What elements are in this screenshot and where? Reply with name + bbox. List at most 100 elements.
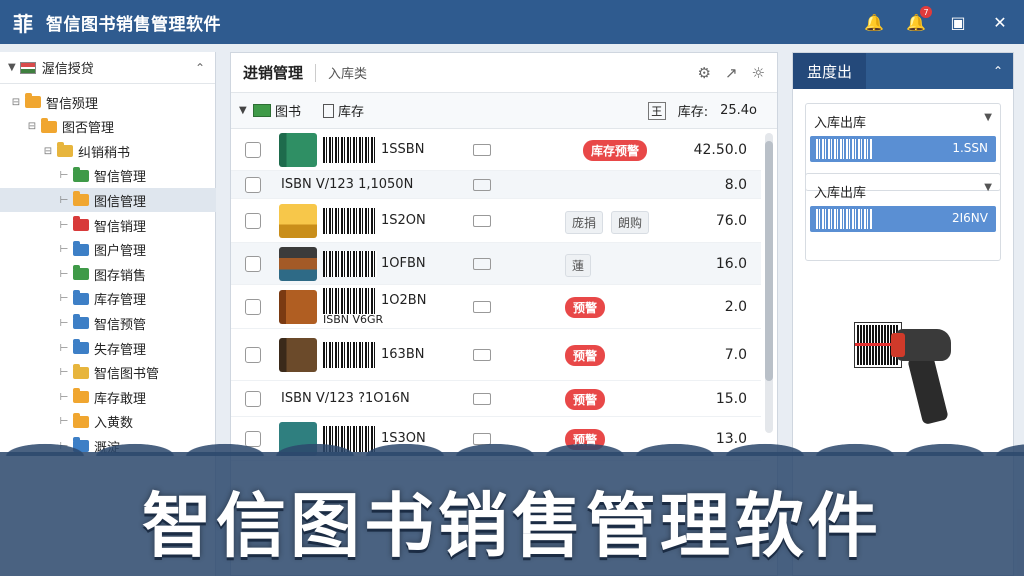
scanner-tip	[891, 333, 905, 357]
tree-item[interactable]: ⊢ 图户管理	[0, 238, 216, 262]
row-checkbox[interactable]	[245, 141, 261, 158]
panel-header: 进销管理 入库类 ⚙ ↗ ☼	[231, 53, 777, 93]
chevron-up-icon[interactable]: ⌃	[993, 64, 1003, 78]
folder-icon	[25, 93, 41, 108]
folder-icon[interactable]	[473, 144, 491, 156]
row-checkbox[interactable]	[245, 346, 261, 363]
tree-twisty-icon[interactable]: ⊟	[42, 146, 54, 157]
export-icon[interactable]: ↗	[725, 64, 738, 82]
tree-item[interactable]: ⊢ 智信图书管	[0, 361, 216, 385]
tree-twisty-icon[interactable]: ⊢	[58, 170, 70, 181]
book-icon	[253, 104, 271, 117]
tree-item[interactable]: ⊢ 智信管理	[0, 164, 216, 188]
gear-icon[interactable]: ⚙	[698, 64, 711, 82]
table-row[interactable]: ISBN V/123 1,1050N 8.0	[231, 171, 761, 199]
folder-icon	[57, 142, 73, 158]
tree-item[interactable]: ⊟ 纠销稍书	[0, 139, 216, 163]
tree-item[interactable]: ⊟ 图否管理	[0, 115, 216, 139]
book-column-header[interactable]: 图书	[275, 101, 301, 120]
row-checkbox[interactable]	[245, 298, 261, 315]
tree-item[interactable]: ⊢ 入黄数	[0, 410, 216, 434]
tree-twisty-icon[interactable]: ⊢	[58, 293, 70, 304]
isbn-subtext: ISBN V6GR	[323, 313, 384, 326]
tree-twisty-icon[interactable]: ⊟	[10, 97, 22, 108]
barcode-scanner-icon	[854, 315, 955, 435]
notifications-icon[interactable]: 🔔 7	[906, 6, 932, 32]
folder-icon[interactable]	[473, 179, 491, 191]
table-row[interactable]: 1OFBN 蓮 16.0	[231, 243, 761, 285]
panel-subtitle[interactable]: 入库类	[328, 63, 367, 82]
barcode-value: 1.SSN	[952, 141, 988, 155]
io-box-2: 入库出库 ▼ 2I6NV	[805, 173, 1001, 261]
table-row[interactable]: 1O2BN ISBN V6GR 预警 2.0	[231, 285, 761, 329]
barcode-input[interactable]: 2I6NV	[810, 206, 996, 232]
book-cover-icon	[279, 290, 317, 324]
barcode-input[interactable]: 1.SSN	[810, 136, 996, 162]
tree-twisty-icon[interactable]: ⊢	[58, 269, 70, 280]
io-panel-header: 盅度出 ⌃	[793, 53, 1013, 89]
row-checkbox[interactable]	[245, 212, 261, 229]
io-tab[interactable]: 盅度出	[793, 53, 867, 89]
tree-twisty-icon[interactable]: ⊢	[58, 416, 70, 427]
stock-column-header[interactable]: 库存	[338, 101, 364, 120]
folder-icon[interactable]	[473, 393, 491, 405]
tree-twisty-icon[interactable]: ⊢	[58, 367, 70, 378]
quantity-value: 42.50.0	[693, 141, 747, 158]
tree-item[interactable]: ⊢ 失存管理	[0, 336, 216, 360]
tree-twisty-icon[interactable]: ⊢	[58, 244, 70, 255]
table-row[interactable]: 1S2ON 庞捐 朗购 76.0	[231, 199, 761, 243]
collapse-chevron-icon[interactable]: ⌃	[195, 61, 205, 75]
dropdown-caret-icon[interactable]: ▼	[239, 105, 253, 116]
panel-title: 进销管理	[243, 64, 304, 82]
table-row[interactable]: 163BN 预警 7.0	[231, 329, 761, 381]
tree-item[interactable]: ⊢ 图信管理	[0, 188, 216, 213]
isbn-text: ISBN V/123 1,1050N	[281, 177, 414, 192]
tree-root[interactable]: ▼ 渥信授贷 ⌃	[0, 52, 215, 84]
tree-twisty-icon[interactable]: ⊢	[58, 220, 70, 231]
row-checkbox[interactable]	[245, 390, 261, 407]
grid-toggle-icon[interactable]: 王	[647, 101, 666, 120]
tree-item[interactable]: ⊢ 智信销理	[0, 213, 216, 237]
folder-icon	[73, 412, 89, 428]
status-chip[interactable]: 庞捐	[565, 211, 604, 234]
folder-icon[interactable]	[473, 215, 491, 227]
vertical-scrollbar[interactable]	[765, 133, 773, 433]
restore-icon[interactable]: ▣	[948, 12, 968, 32]
stock-label: 库存:	[677, 105, 709, 120]
header-divider	[315, 63, 317, 82]
row-checkbox[interactable]	[245, 255, 261, 272]
folder-icon	[73, 388, 89, 404]
table-row[interactable]: ISBN V/123 ?1O16N 预警 15.0	[231, 381, 761, 417]
row-checkbox[interactable]	[245, 176, 261, 193]
tree-item-label: 图否管理	[62, 121, 115, 137]
status-chip[interactable]: 蓮	[565, 254, 592, 277]
scrollbar-thumb[interactable]	[765, 141, 773, 381]
folder-icon[interactable]	[473, 258, 491, 270]
isbn-text: 1SSBN	[381, 142, 425, 157]
tree-twisty-icon[interactable]: ⊢	[58, 318, 70, 329]
tree-twisty-icon[interactable]: ⊢	[58, 343, 70, 354]
chevron-down-icon[interactable]: ▼	[984, 112, 992, 123]
tree-twisty-icon[interactable]: ⊟	[26, 121, 38, 132]
expand-caret-icon[interactable]: ▼	[8, 62, 16, 73]
flag-icon	[19, 61, 36, 74]
folder-icon[interactable]	[473, 301, 491, 313]
tree-item[interactable]: ⊟ 智信殒理	[0, 90, 216, 114]
settings-icon[interactable]: ☼	[752, 64, 765, 82]
close-icon[interactable]: ✕	[990, 12, 1010, 32]
quantity-value: 76.0	[715, 212, 747, 229]
chevron-down-icon[interactable]: ▼	[984, 182, 992, 193]
table-row[interactable]: 1SSBN 库存预警 42.50.0	[231, 129, 761, 171]
tree-twisty-icon[interactable]: ⊢	[58, 392, 70, 403]
barcode-value: 2I6NV	[952, 211, 988, 225]
io-box-label: 入库出库	[814, 186, 867, 201]
tree-item[interactable]: ⊢ 图存销售	[0, 262, 216, 286]
bell-icon[interactable]: 🔔	[864, 12, 884, 32]
folder-icon	[73, 265, 89, 281]
tree-twisty-icon[interactable]: ⊢	[58, 195, 70, 206]
tree-item[interactable]: ⊢ 库存敢理	[0, 385, 216, 409]
folder-icon[interactable]	[473, 349, 491, 361]
tree-item[interactable]: ⊢ 智信预管	[0, 311, 216, 335]
tree-item[interactable]: ⊢ 库存管理	[0, 287, 216, 311]
status-chip[interactable]: 朗购	[611, 211, 650, 234]
